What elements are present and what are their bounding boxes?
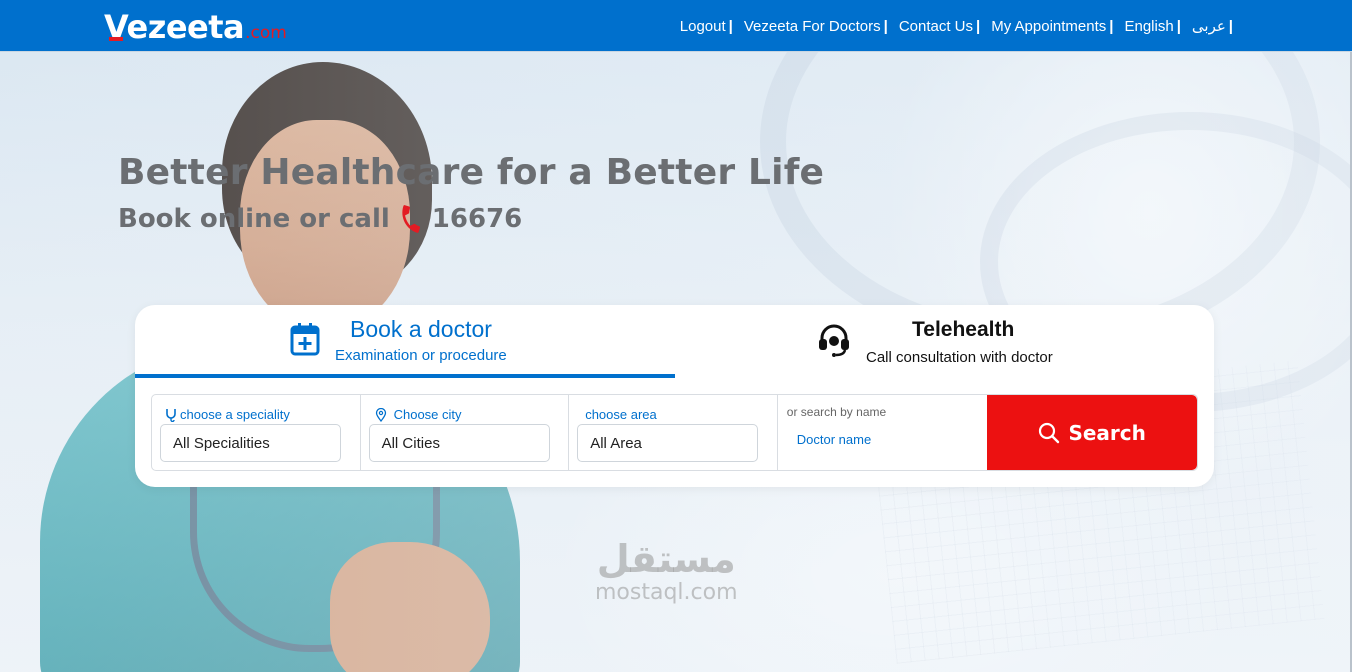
location-pin-icon bbox=[375, 407, 386, 422]
area-select[interactable]: All Area bbox=[577, 424, 759, 462]
nav-item-arabic: عربى | bbox=[1182, 17, 1236, 36]
watermark-english: mostaql.com bbox=[595, 580, 738, 605]
hotline-number: 16676 bbox=[431, 204, 523, 234]
language-arabic-link[interactable]: عربى bbox=[1182, 17, 1236, 35]
city-label: Choose city bbox=[374, 407, 462, 422]
logout-link[interactable]: Logout bbox=[670, 18, 736, 35]
booking-card: Book a doctor Examination or procedure T… bbox=[135, 305, 1214, 487]
hero-subtitle-text: Book online or call bbox=[118, 204, 390, 234]
area-label-text: choose area bbox=[585, 407, 657, 422]
for-doctors-link[interactable]: Vezeeta For Doctors bbox=[734, 18, 891, 35]
nav-item-english: English | bbox=[1114, 18, 1181, 35]
search-button[interactable]: Search bbox=[987, 395, 1197, 470]
doctor-name-label: or search by name bbox=[786, 405, 887, 419]
logo-wordmark: Vezeeta bbox=[104, 8, 245, 46]
vezeeta-logo[interactable]: Vezeeta .com bbox=[104, 8, 287, 46]
search-filters: choose a speciality All Specialities Cho… bbox=[151, 394, 1198, 471]
speciality-label-text: choose a speciality bbox=[180, 407, 290, 422]
nav-item-contact: Contact Us | bbox=[889, 18, 981, 35]
doctor-name-filter: or search by name bbox=[778, 395, 988, 470]
city-label-text: Choose city bbox=[393, 407, 462, 422]
hero-title: Better Healthcare for a Better Life bbox=[118, 152, 825, 193]
logo-suffix: .com bbox=[245, 23, 287, 43]
watermark-arabic: مستقل bbox=[596, 537, 736, 581]
speciality-select[interactable]: All Specialities bbox=[160, 424, 341, 462]
nav-separator: | bbox=[1109, 17, 1114, 35]
contact-us-link[interactable]: Contact Us bbox=[889, 18, 983, 35]
area-filter: choose area All Area bbox=[569, 395, 778, 470]
calendar-plus-icon bbox=[290, 323, 320, 356]
doctor-name-input[interactable] bbox=[786, 427, 972, 451]
tab-book-description: Examination or procedure bbox=[335, 347, 507, 364]
nav-item-logout: Logout | bbox=[670, 18, 734, 35]
nav-links: Logout | Vezeeta For Doctors | Contact U… bbox=[670, 0, 1234, 52]
nav-item-for-doctors: Vezeeta For Doctors | bbox=[734, 18, 889, 35]
speciality-filter: choose a speciality All Specialities bbox=[152, 395, 361, 470]
nav-separator: | bbox=[728, 17, 733, 35]
stethoscope-icon bbox=[166, 408, 176, 422]
search-button-label: Search bbox=[1068, 420, 1146, 445]
language-english-link[interactable]: English bbox=[1114, 18, 1183, 35]
tab-telehealth-description: Call consultation with doctor bbox=[866, 349, 1053, 366]
top-navbar: Vezeeta .com Logout | Vezeeta For Doctor… bbox=[0, 0, 1352, 52]
my-appointments-link[interactable]: My Appointments bbox=[981, 18, 1116, 35]
mostaql-watermark: مستقل mostaql.com bbox=[595, 538, 738, 605]
tab-book-title: Book a doctor bbox=[350, 316, 492, 342]
nav-separator: | bbox=[1228, 17, 1233, 35]
city-select[interactable]: All Cities bbox=[368, 424, 550, 462]
nav-separator: | bbox=[976, 17, 981, 35]
speciality-label: choose a speciality bbox=[165, 407, 290, 422]
area-label: choose area bbox=[585, 407, 657, 422]
tab-telehealth-title: Telehealth bbox=[912, 318, 1015, 341]
nav-separator: | bbox=[883, 17, 888, 35]
nav-item-appointments: My Appointments | bbox=[981, 18, 1114, 35]
phone-icon bbox=[402, 205, 420, 233]
headset-icon bbox=[819, 324, 849, 357]
hero-subtitle: Book online or call 16676 bbox=[118, 204, 522, 234]
tab-book-a-doctor[interactable]: Book a doctor Examination or procedure bbox=[135, 305, 675, 378]
magnifier-icon bbox=[1039, 422, 1060, 443]
city-filter: Choose city All Cities bbox=[361, 395, 570, 470]
tab-telehealth[interactable]: Telehealth Call consultation with doctor bbox=[675, 305, 1214, 378]
nav-separator: | bbox=[1176, 17, 1181, 35]
